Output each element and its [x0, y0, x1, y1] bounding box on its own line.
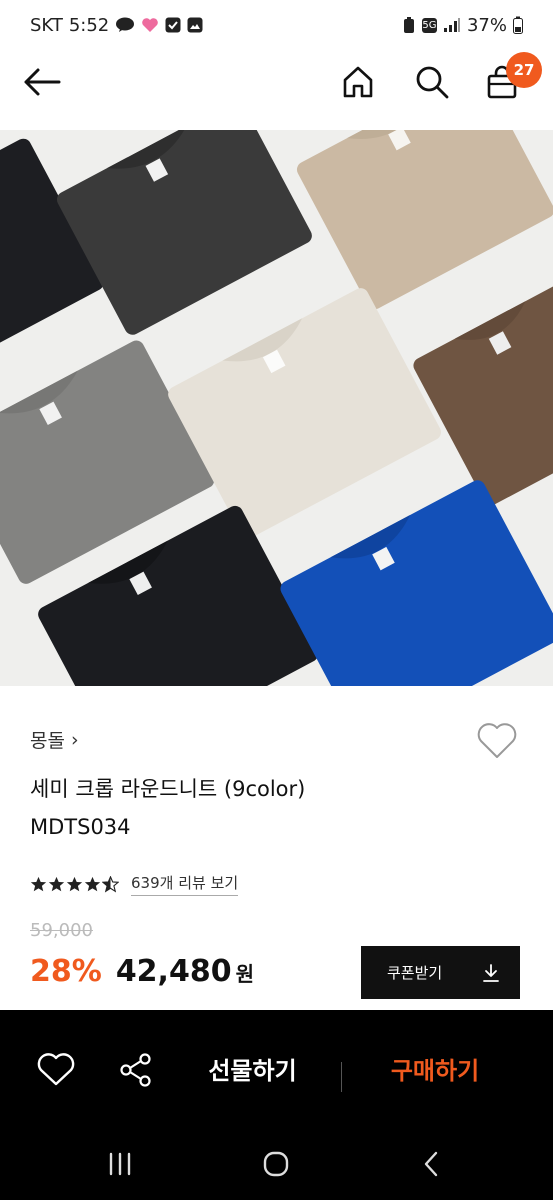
- sale-price-group: 42,480 원: [116, 954, 254, 989]
- heart-outline-icon: [37, 1053, 75, 1086]
- share-button[interactable]: [116, 1050, 156, 1090]
- gift-button[interactable]: 선물하기: [190, 1046, 315, 1090]
- original-price: 59,000: [30, 920, 93, 941]
- currency-label: 원: [235, 962, 254, 986]
- system-back-button[interactable]: [410, 1146, 454, 1182]
- battery-icon: [513, 16, 523, 34]
- recent-apps-button[interactable]: [98, 1146, 142, 1182]
- brand-link[interactable]: 몽돌 ›: [30, 726, 79, 753]
- clock: 5:52: [68, 14, 110, 36]
- status-right: 5G 37%: [402, 15, 523, 36]
- product-image[interactable]: [0, 130, 553, 686]
- battery-saver-icon: [402, 16, 416, 34]
- chevron-right-icon: ›: [70, 728, 79, 751]
- price-row: 28% 42,480 원: [30, 954, 254, 989]
- home-icon: [343, 66, 373, 98]
- network-type-icon: 5G: [421, 17, 437, 33]
- star-icon: [66, 876, 83, 891]
- product-code: MDTS034: [30, 815, 131, 839]
- cart-count-badge: 27: [506, 52, 542, 88]
- product-photo: [0, 130, 553, 686]
- status-left: SKT 5:52: [30, 15, 203, 36]
- signal-icon: [443, 17, 461, 33]
- purchase-bar: 선물하기 구매하기: [0, 1010, 553, 1128]
- check-notification-icon: [165, 17, 181, 33]
- heart-outline-icon: [477, 723, 517, 758]
- rating-row: 639개 리뷰 보기: [30, 872, 239, 896]
- buy-button[interactable]: 구매하기: [372, 1046, 498, 1090]
- rating-stars: [30, 875, 119, 893]
- review-link[interactable]: 639개 리뷰 보기: [131, 872, 239, 896]
- system-nav-bar: [0, 1128, 553, 1200]
- wishlist-button[interactable]: [474, 718, 520, 764]
- status-bar: SKT 5:52 5G 37%: [0, 0, 553, 50]
- gallery-notification-icon: [187, 17, 203, 33]
- search-icon: [416, 66, 449, 99]
- brand-name: 몽돌: [30, 730, 65, 752]
- talk-notification-icon: [115, 17, 135, 33]
- back-arrow-icon: [24, 68, 61, 96]
- home-circle-icon: [263, 1151, 289, 1177]
- heart-notification-icon: [141, 17, 159, 33]
- coupon-button[interactable]: 쿠폰받기: [361, 946, 520, 999]
- half-star-icon: [102, 875, 119, 892]
- share-icon: [120, 1053, 151, 1087]
- product-title: 세미 크롭 라운드니트 (9color): [30, 777, 306, 801]
- coupon-label: 쿠폰받기: [387, 964, 443, 982]
- wishlist-bar-button[interactable]: [36, 1050, 76, 1090]
- star-icon: [48, 876, 65, 891]
- bar-divider: [341, 1062, 342, 1092]
- back-button[interactable]: [20, 60, 64, 104]
- system-home-button[interactable]: [254, 1146, 298, 1182]
- search-button[interactable]: [410, 60, 454, 104]
- chevron-left-icon: [424, 1151, 438, 1177]
- carrier-label: SKT: [30, 14, 63, 36]
- star-icon: [84, 876, 101, 891]
- recent-apps-icon: [109, 1152, 131, 1176]
- battery-percent: 37%: [466, 14, 507, 36]
- app-header: [0, 50, 553, 130]
- sale-price: 42,480: [115, 954, 232, 989]
- discount-rate: 28%: [30, 954, 102, 989]
- download-icon: [483, 963, 499, 982]
- star-icon: [30, 876, 47, 891]
- home-button[interactable]: [336, 60, 380, 104]
